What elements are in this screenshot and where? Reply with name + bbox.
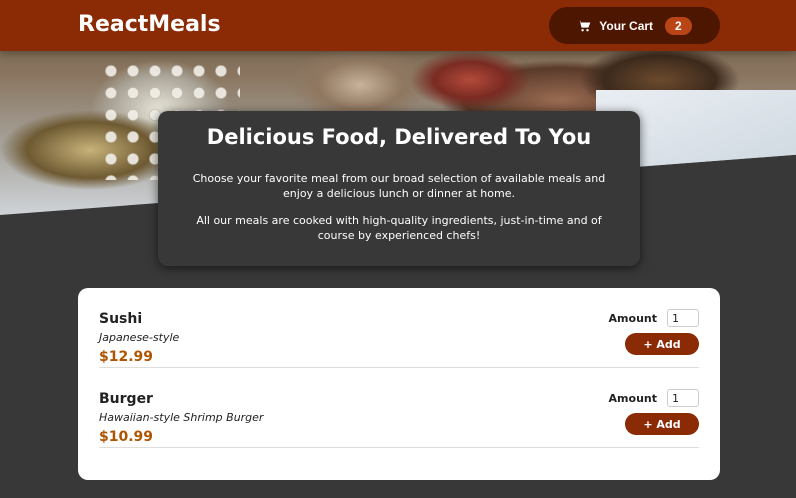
meal-price: $12.99 (99, 349, 154, 365)
meals-summary-card: Delicious Food, Delivered To You Choose … (158, 111, 640, 266)
summary-paragraph-2: All our meals are cooked with high-quali… (196, 214, 602, 242)
amount-input-sushi[interactable] (667, 309, 699, 327)
add-button-sushi[interactable]: + Add (625, 333, 699, 355)
meal-price: $10.99 (99, 429, 154, 445)
amount-input-burger[interactable] (667, 389, 699, 407)
cart-button[interactable]: Your Cart 2 (549, 7, 720, 44)
cart-count-badge: 2 (665, 16, 692, 35)
cart-label: Your Cart (599, 18, 654, 33)
amount-label: Amount (608, 312, 657, 325)
meal-description: Japanese-style (99, 331, 180, 344)
amount-label: Amount (608, 392, 657, 405)
cart-icon (577, 19, 591, 31)
meal-name: Burger (99, 391, 153, 407)
summary-paragraph-1: Choose your favorite meal from our broad… (192, 172, 606, 200)
brand-title: ReactMeals (78, 12, 221, 37)
meal-description: Hawaiian-style Shrimp Burger (99, 411, 264, 424)
summary-title: Delicious Food, Delivered To You (206, 125, 592, 149)
available-meals-card: Sushi Japanese-style $12.99 Amount + Add… (78, 288, 720, 480)
app-header: ReactMeals Your Cart 2 (0, 0, 796, 51)
page: ReactMeals Your Cart 2 Delicious Food, D… (0, 0, 796, 498)
meal-name: Sushi (99, 311, 143, 327)
add-button-burger[interactable]: + Add (625, 413, 699, 435)
meal-item-burger: Burger Hawaiian-style Shrimp Burger $10.… (99, 368, 699, 448)
meal-item-sushi: Sushi Japanese-style $12.99 Amount + Add (99, 288, 699, 368)
